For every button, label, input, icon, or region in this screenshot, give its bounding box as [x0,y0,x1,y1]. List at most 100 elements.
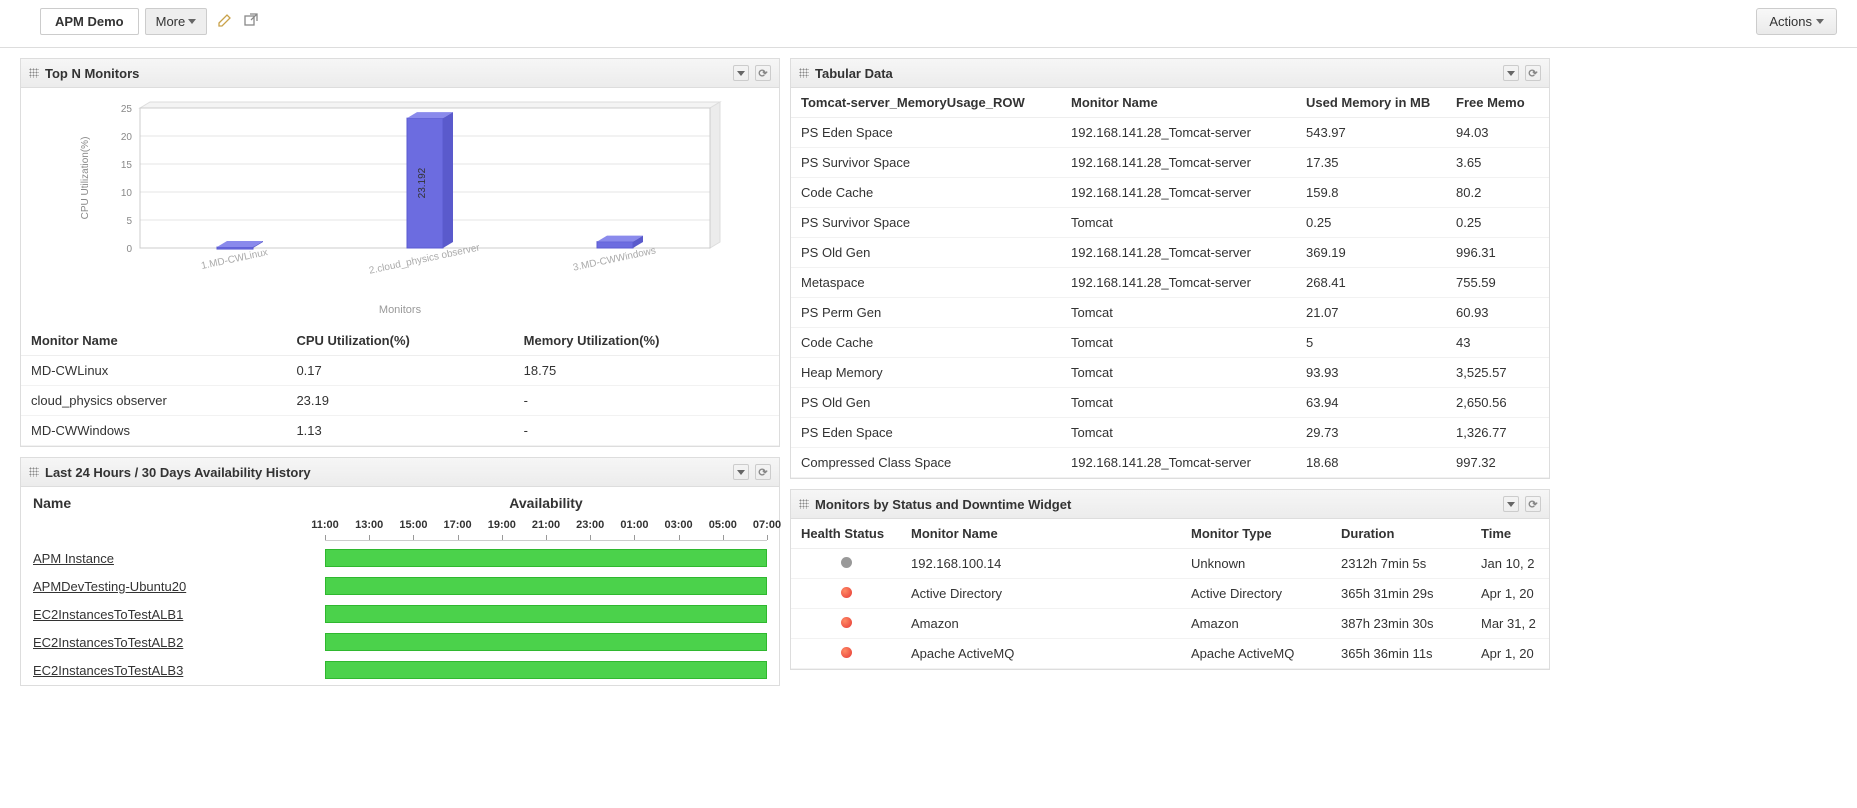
time-label: 19:00 [488,519,516,531]
time-label: 01:00 [620,519,648,531]
cell: Tomcat [1061,418,1296,448]
refresh-icon[interactable]: ⟳ [755,65,771,81]
cell: Active Directory [901,579,1181,609]
cell: 94.03 [1446,118,1549,148]
edit-icon[interactable] [217,12,233,31]
cell: 268.41 [1296,268,1446,298]
cell: 755.59 [1446,268,1549,298]
table-row: PS Eden SpaceTomcat29.731,326.77 [791,418,1549,448]
widget-status-downtime: Monitors by Status and Downtime Widget ⟳… [790,489,1550,670]
top-toolbar: APM Demo More Actions [0,0,1857,48]
col-header[interactable]: Tomcat-server_MemoryUsage_ROW [791,88,1061,118]
col-header[interactable]: Duration [1331,519,1471,549]
availability-bar [325,577,767,595]
dropdown-icon[interactable] [1503,496,1519,512]
cell: Apache ActiveMQ [901,639,1181,669]
more-button[interactable]: More [145,8,208,35]
refresh-icon[interactable]: ⟳ [1525,496,1541,512]
col-header[interactable]: Memory Utilization(%) [514,326,779,356]
col-header[interactable]: Monitor Name [1061,88,1296,118]
availability-bar [325,549,767,567]
cell: Jan 10, 2 [1471,549,1549,579]
table-row: PS Survivor SpaceTomcat0.250.25 [791,208,1549,238]
widget-title: Monitors by Status and Downtime Widget [815,497,1071,512]
refresh-icon[interactable]: ⟳ [1525,65,1541,81]
cell: PS Survivor Space [791,148,1061,178]
availability-table: Name Availability 11:0013:0015:0017:0019… [21,487,779,685]
table-row: PS Old Gen192.168.141.28_Tomcat-server36… [791,238,1549,268]
monitor-link[interactable]: APM Instance [33,551,114,566]
cell: 2312h 7min 5s [1331,549,1471,579]
tab-apm-demo[interactable]: APM Demo [40,8,139,35]
svg-text:25: 25 [121,104,133,115]
cell: Heap Memory [791,358,1061,388]
col-header[interactable]: Health Status [791,519,901,549]
refresh-icon[interactable]: ⟳ [755,464,771,480]
svg-text:15: 15 [121,160,133,171]
bar-chart: 0510152025CPU Utilization(%)1.MD-CWLinux… [21,88,779,316]
table-row: MD-CWWindows1.13- [21,416,779,446]
widget-title: Tabular Data [815,66,893,81]
cell: Code Cache [791,178,1061,208]
dropdown-icon[interactable] [1503,65,1519,81]
cell: Tomcat [1061,358,1296,388]
monitor-link[interactable]: EC2InstancesToTestALB3 [33,663,183,678]
cell: Unknown [1181,549,1331,579]
col-header[interactable]: Name [23,489,313,517]
cell: 543.97 [1296,118,1446,148]
status-red-icon [841,647,852,658]
grip-icon [29,68,39,78]
dashboard: Top N Monitors ⟳ 0510152025CPU Utilizati… [0,48,1857,696]
widget-header: Top N Monitors ⟳ [21,59,779,88]
cell: 80.2 [1446,178,1549,208]
col-header[interactable]: Used Memory in MB [1296,88,1446,118]
monitor-link[interactable]: APMDevTesting-Ubuntu20 [33,579,186,594]
table-row: EC2InstancesToTestALB1 [23,601,777,627]
cell: 93.93 [1296,358,1446,388]
monitor-link[interactable]: EC2InstancesToTestALB2 [33,635,183,650]
time-label: 03:00 [665,519,693,531]
cell: Active Directory [1181,579,1331,609]
svg-text:10: 10 [121,188,133,199]
cell: PS Eden Space [791,118,1061,148]
cell: Tomcat [1061,388,1296,418]
table-row: Compressed Class Space192.168.141.28_Tom… [791,448,1549,478]
col-header[interactable]: Availability [315,489,777,517]
table-row: Code CacheTomcat543 [791,328,1549,358]
caret-down-icon [1816,19,1824,24]
actions-button[interactable]: Actions [1756,8,1837,35]
svg-text:1.MD-CWLinux: 1.MD-CWLinux [200,247,269,272]
status-grey-icon [841,557,852,568]
col-header[interactable]: Monitor Type [1181,519,1331,549]
cell: Apr 1, 20 [1471,639,1549,669]
col-header[interactable]: Monitor Name [21,326,286,356]
widget-title: Top N Monitors [45,66,139,81]
cell: 192.168.141.28_Tomcat-server [1061,448,1296,478]
table-row: Active DirectoryActive Directory365h 31m… [791,579,1549,609]
availability-bar [325,661,767,679]
cell: 2,650.56 [1446,388,1549,418]
availability-bar [325,633,767,651]
tabular-scroll[interactable]: Tomcat-server_MemoryUsage_ROW Monitor Na… [791,88,1549,478]
col-header[interactable]: Free Memo [1446,88,1549,118]
table-row: Heap MemoryTomcat93.933,525.57 [791,358,1549,388]
dropdown-icon[interactable] [733,464,749,480]
cell: Apr 1, 20 [1471,579,1549,609]
cell: 3,525.57 [1446,358,1549,388]
cell: 43 [1446,328,1549,358]
dropdown-icon[interactable] [733,65,749,81]
table-row: PS Old GenTomcat63.942,650.56 [791,388,1549,418]
popout-icon[interactable] [243,12,259,31]
col-header[interactable]: CPU Utilization(%) [286,326,513,356]
cell: 1.13 [286,416,513,446]
cell: 387h 23min 30s [1331,609,1471,639]
col-header[interactable]: Monitor Name [901,519,1181,549]
cell: Code Cache [791,328,1061,358]
table-row: APM Instance [23,545,777,571]
timeline-header: 11:0013:0015:0017:0019:0021:0023:0001:00… [325,519,767,541]
tabular-table: Tomcat-server_MemoryUsage_ROW Monitor Na… [791,88,1549,478]
table-row: Metaspace192.168.141.28_Tomcat-server268… [791,268,1549,298]
monitor-link[interactable]: EC2InstancesToTestALB1 [33,607,183,622]
col-header[interactable]: Time [1471,519,1549,549]
cell: 5 [1296,328,1446,358]
